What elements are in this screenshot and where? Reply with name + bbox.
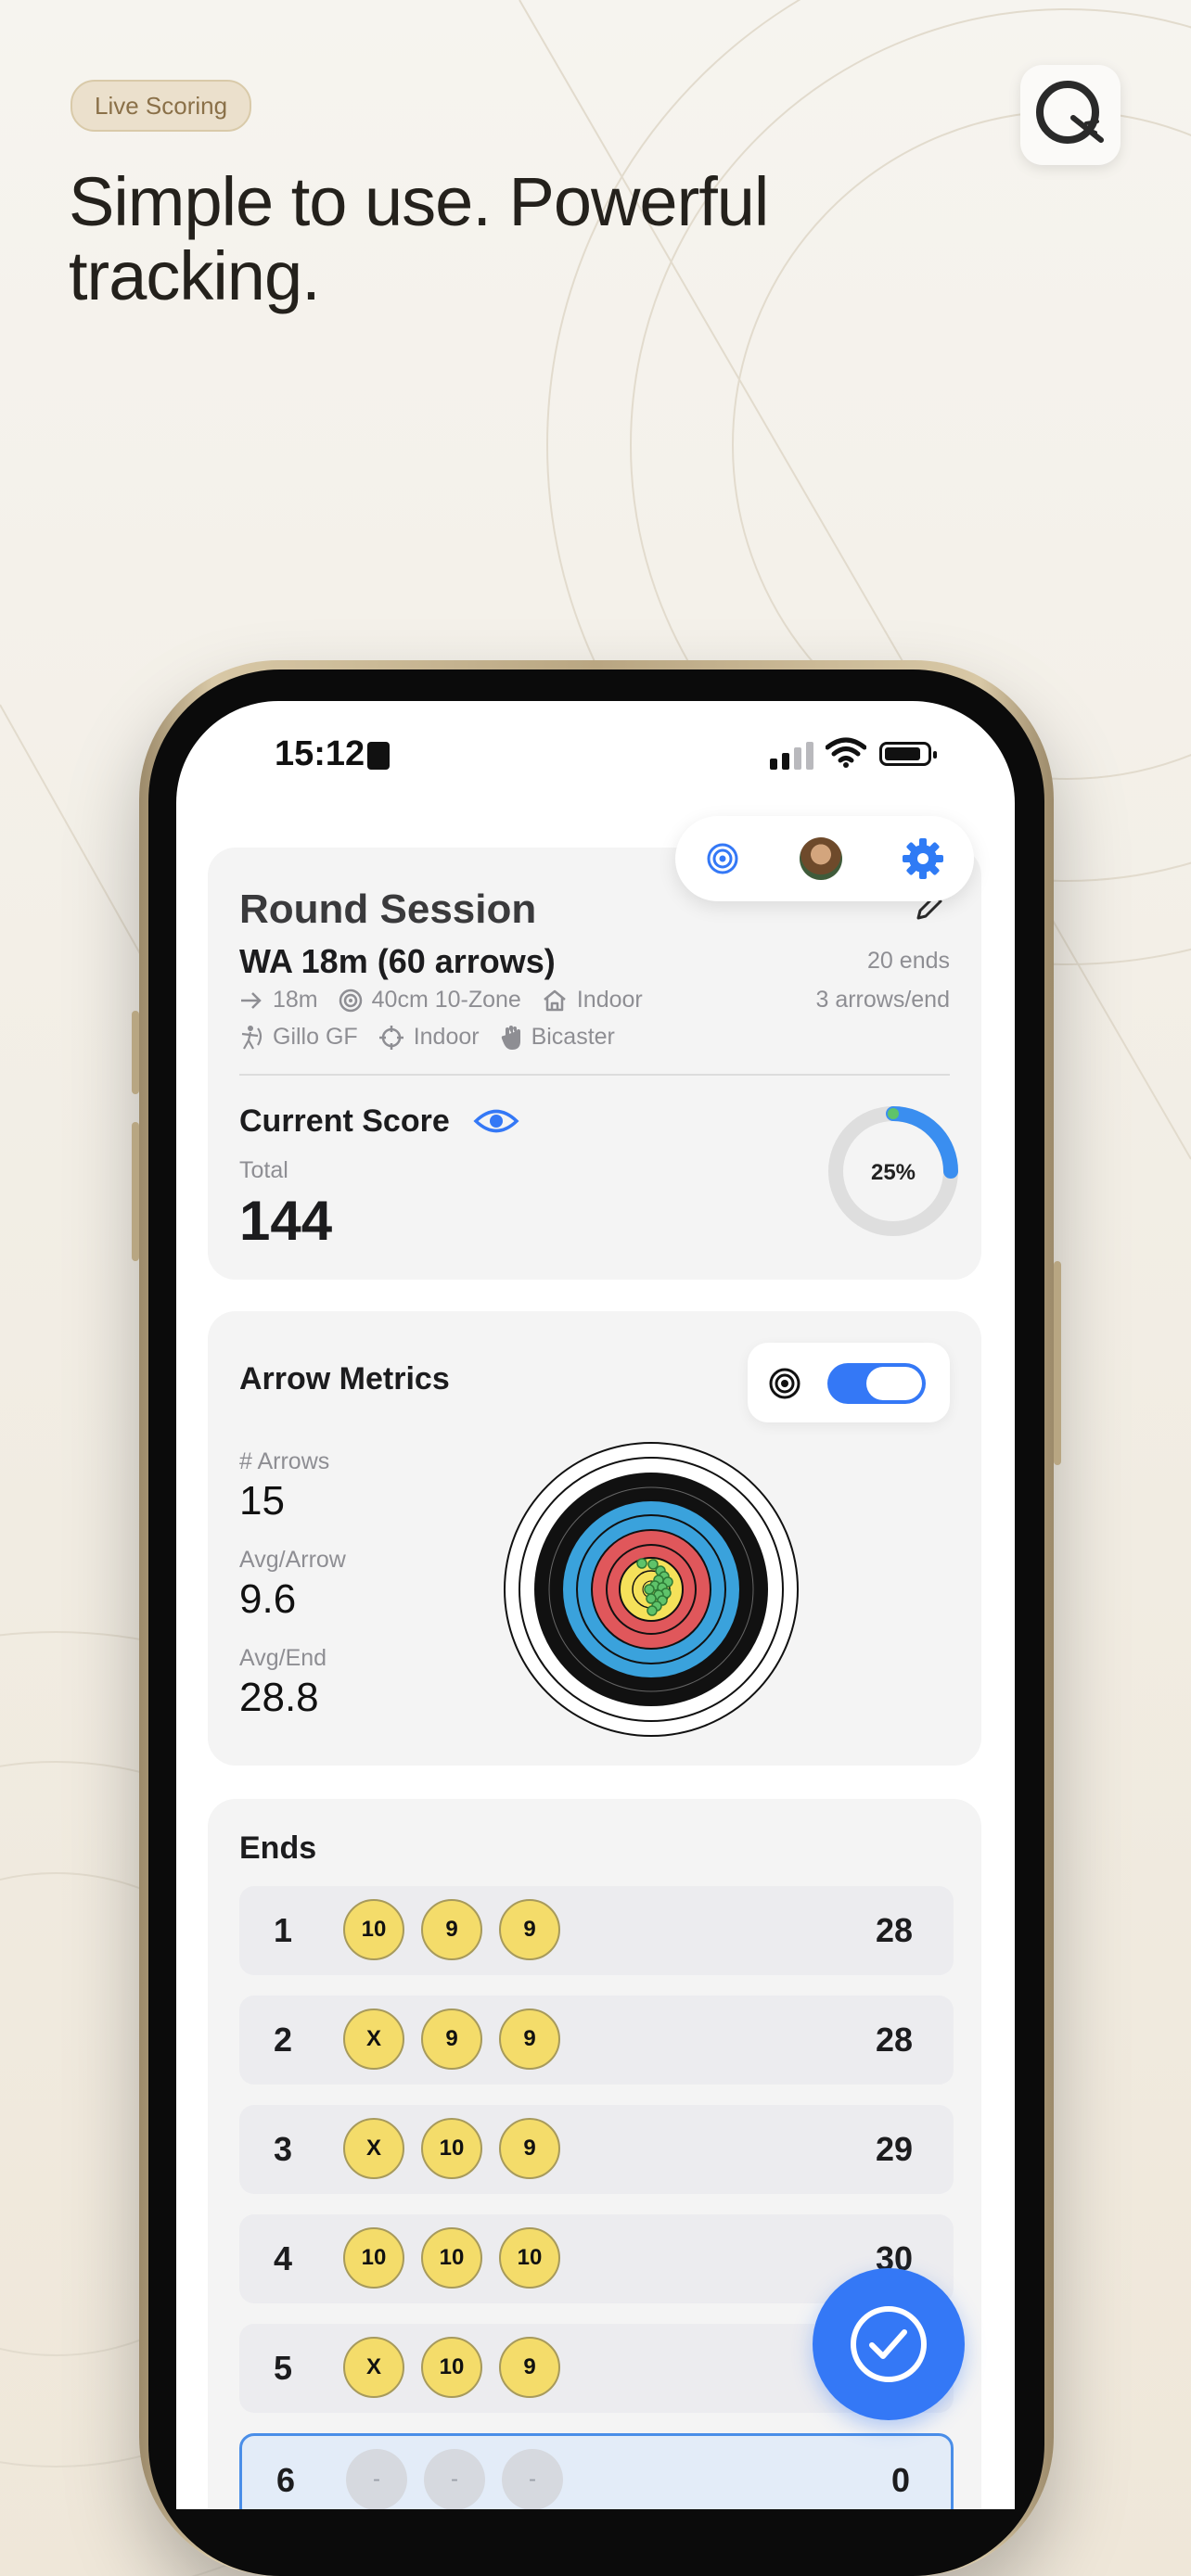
end-number: 2: [273, 2021, 293, 2059]
avg-arrow-label: Avg/Arrow: [239, 1547, 346, 1573]
target-view-toggle[interactable]: [827, 1363, 926, 1404]
arrow-right-icon: [241, 991, 262, 1009]
arrows-count: 15: [239, 1478, 285, 1524]
end-total: 29: [875, 2130, 913, 2168]
signal-icon: [770, 742, 813, 770]
arrow-score-chip[interactable]: 10: [421, 2227, 482, 2289]
side-button: [132, 1011, 139, 1094]
arrow-score-chip[interactable]: 10: [421, 2337, 482, 2398]
target-face: 40cm 10-Zone: [371, 987, 521, 1013]
side-button: [1054, 1261, 1061, 1465]
arrows-per-end: 3 arrows/end: [815, 987, 950, 1013]
arrow-metrics-card: Arrow Metrics # Arrows 15 Avg/Arrow 9.6 …: [208, 1311, 981, 1766]
progress-label: 25%: [871, 1160, 916, 1185]
distance: 18m: [273, 987, 318, 1013]
progress-ring: 25%: [828, 1106, 958, 1236]
target-icon: [769, 1368, 800, 1399]
arrow-score-chip[interactable]: 10: [343, 2227, 404, 2289]
battery-icon: [879, 742, 937, 766]
session-meta-row-2: Gillo GF Indoor Bicaster: [239, 1024, 615, 1051]
arrow-score-chip[interactable]: X: [343, 2337, 404, 2398]
end-number: 5: [273, 2349, 293, 2387]
archer-icon: [241, 1025, 263, 1050]
avg-arrow: 9.6: [239, 1576, 297, 1622]
total-score: 144: [239, 1190, 333, 1252]
arrow-score-chip[interactable]: X: [343, 2118, 404, 2179]
end-total: 0: [890, 2461, 910, 2499]
floating-nav: [675, 816, 974, 901]
id-card-icon: [367, 742, 390, 770]
current-score-label: Current Score: [239, 1103, 450, 1139]
phone-screen: 15:12 Round Session WA 18m (60 arrows) 2…: [176, 701, 1015, 2509]
arrow-score-chip[interactable]: 9: [499, 2337, 560, 2398]
arrow-score-chip[interactable]: -: [502, 2449, 563, 2509]
end-total: 28: [875, 2021, 913, 2059]
hand: Bicaster: [531, 1024, 615, 1050]
avg-end: 28.8: [239, 1675, 319, 1720]
arrow-score-chip[interactable]: 10: [343, 1899, 404, 1960]
archer-name: Gillo GF: [273, 1024, 358, 1050]
side-button: [132, 1122, 139, 1261]
divider: [239, 1074, 950, 1076]
end-row[interactable]: 3 X 10 9 29: [239, 2105, 954, 2194]
end-number: 6: [275, 2461, 296, 2499]
hand-icon: [501, 1025, 520, 1050]
arrow-score-chip[interactable]: X: [343, 2009, 404, 2070]
venue: Indoor: [576, 987, 643, 1013]
arrow-score-chip[interactable]: 9: [499, 2009, 560, 2070]
arrow-score-chip[interactable]: 9: [421, 1899, 482, 1960]
arrows-count-label: # Arrows: [239, 1448, 330, 1474]
check-icon: [851, 2306, 927, 2382]
gear-icon[interactable]: [901, 836, 945, 881]
target-face-plot: [504, 1442, 799, 1737]
arrow-score-chip[interactable]: -: [424, 2449, 485, 2509]
metrics-title: Arrow Metrics: [239, 1361, 450, 1396]
status-time: 15:12: [275, 734, 365, 773]
headline: Simple to use. Powerful tracking.: [69, 163, 769, 314]
live-scoring-badge: Live Scoring: [70, 80, 252, 132]
app-logo: [1020, 65, 1121, 165]
session-title: Round Session: [239, 886, 537, 932]
eye-icon[interactable]: [473, 1107, 519, 1135]
avatar[interactable]: [799, 837, 842, 880]
arrow-score-chip[interactable]: 10: [499, 2227, 560, 2289]
total-label: Total: [239, 1157, 288, 1183]
end-row[interactable]: 6---0: [239, 2433, 954, 2509]
sight: Indoor: [413, 1024, 480, 1050]
end-total: 28: [875, 1911, 913, 1949]
arrow-score-chip[interactable]: 9: [499, 2118, 560, 2179]
target-icon[interactable]: [704, 840, 741, 877]
logo-icon: [1036, 81, 1104, 144]
ends-count: 20 ends: [867, 948, 950, 974]
target-view-toggle-box: [748, 1343, 950, 1422]
ends-title: Ends: [239, 1830, 317, 1866]
end-number: 3: [273, 2130, 293, 2168]
target-face-icon: [339, 988, 362, 1012]
arrow-score-chip[interactable]: -: [346, 2449, 407, 2509]
arrow-score-chip[interactable]: 10: [421, 2118, 482, 2179]
house-icon: [544, 989, 566, 1011]
avg-end-label: Avg/End: [239, 1645, 327, 1671]
arrow-score-chip[interactable]: 9: [421, 2009, 482, 2070]
wifi-icon: [826, 737, 866, 768]
end-row[interactable]: 1 10 9 9 28: [239, 1886, 954, 1975]
session-card: Round Session WA 18m (60 arrows) 20 ends…: [208, 848, 981, 1280]
end-number: 4: [273, 2239, 293, 2277]
complete-button[interactable]: [813, 2268, 965, 2420]
end-number: 1: [273, 1911, 293, 1949]
crosshair-icon: [378, 1025, 403, 1050]
end-row[interactable]: 2 X 9 9 28: [239, 1996, 954, 2085]
arrow-score-chip[interactable]: 9: [499, 1899, 560, 1960]
round-name: WA 18m (60 arrows): [239, 942, 556, 980]
session-meta-row-1: 18m 40cm 10-Zone Indoor: [239, 987, 643, 1014]
